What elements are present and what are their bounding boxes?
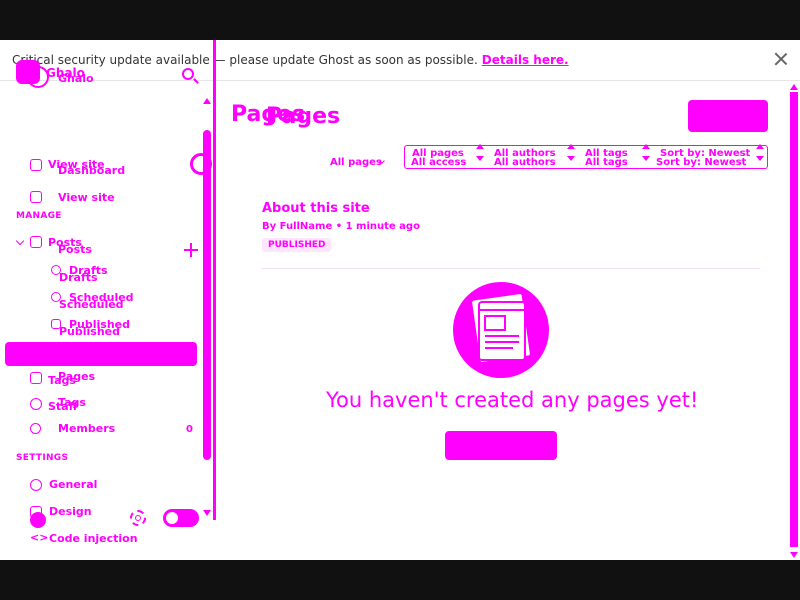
sort-newest-2[interactable]: Sort by: Newest — [656, 157, 746, 168]
stepper-down-icon[interactable] — [567, 156, 575, 161]
page-title-overlay: Pages — [266, 104, 341, 129]
posts-icon — [30, 236, 42, 248]
sidebar-item-dashboard[interactable]: Dashboard — [58, 164, 125, 177]
sidebar-item-design[interactable]: Design — [49, 505, 92, 518]
toggle-knob — [166, 512, 178, 524]
row-divider — [262, 268, 760, 269]
new-page-button[interactable] — [688, 100, 768, 132]
settings-icon — [30, 479, 42, 491]
staff-icon — [30, 398, 42, 410]
sidebar-item-view-site-2[interactable]: View site — [58, 191, 115, 204]
security-banner: Critical security update available — ple… — [0, 40, 800, 81]
sidebar-divider — [213, 40, 216, 520]
site-title-overlay: Ghalo — [58, 72, 94, 85]
banner-text: Critical security update available — ple… — [12, 53, 478, 67]
sidebar-scrollbar-thumb[interactable] — [203, 130, 211, 460]
sidebar-scroll-down-icon[interactable] — [203, 510, 211, 516]
code-brackets-icon: <> — [30, 531, 49, 544]
document-icon — [470, 292, 532, 364]
main-scrollbar-thumb[interactable] — [790, 92, 798, 547]
sidebar-item-members[interactable]: Members — [58, 422, 115, 435]
stepper-down-icon[interactable] — [642, 156, 650, 161]
stepper-down-icon[interactable] — [476, 156, 484, 161]
sidebar-item-scheduled-overlay: Scheduled — [59, 298, 124, 311]
post-meta: By FullName • 1 minute ago — [262, 221, 420, 232]
stepper-up-icon[interactable] — [642, 144, 650, 149]
empty-pages-illustration — [453, 282, 549, 378]
stepper-up-icon[interactable] — [756, 144, 764, 149]
main-scroll-down-icon[interactable] — [790, 552, 798, 558]
close-icon[interactable] — [774, 52, 788, 66]
avatar[interactable] — [30, 512, 46, 528]
banner-details-link[interactable]: Details here. — [482, 53, 569, 67]
stepper-up-icon[interactable] — [567, 144, 575, 149]
sidebar-scroll-up-icon[interactable] — [203, 98, 211, 104]
members-count-badge: 0 — [186, 424, 193, 435]
top-black-bar — [0, 0, 800, 40]
filter-all-tags-2[interactable]: All tags — [585, 157, 628, 168]
sidebar-item-general[interactable]: General — [49, 478, 97, 491]
tag-icon — [30, 372, 42, 384]
gear-icon[interactable] — [130, 510, 146, 526]
sidebar-item-code-injection[interactable]: Code injection — [49, 532, 138, 545]
filter-all-access[interactable]: All access — [411, 157, 466, 168]
members-icon — [30, 423, 41, 434]
post-title-link[interactable]: About this site — [262, 201, 370, 216]
sidebar-item-active-highlight[interactable] — [5, 342, 197, 366]
search-icon[interactable] — [182, 68, 194, 80]
filter-all-pages-left[interactable]: All pages — [330, 157, 382, 168]
settings-section-label: SETTINGS — [16, 453, 69, 463]
create-page-button[interactable] — [445, 431, 557, 460]
home-icon — [30, 159, 42, 171]
manage-section-label: MANAGE — [16, 211, 62, 221]
status-badge: PUBLISHED — [262, 238, 332, 252]
main-scroll-up-icon[interactable] — [790, 84, 798, 90]
sidebar-item-posts-overlay: Posts — [58, 243, 92, 256]
stepper-up-icon[interactable] — [476, 144, 484, 149]
stepper-down-icon[interactable] — [756, 156, 764, 161]
browser-icon — [30, 191, 42, 203]
empty-state-heading: You haven't created any pages yet! — [326, 388, 699, 412]
sidebar-item-tags-overlay: Tags — [48, 374, 76, 387]
sidebar-item-drafts-overlay: Drafts — [59, 271, 98, 284]
sidebar-item-published-overlay: Published — [59, 325, 121, 338]
bottom-black-bar — [0, 560, 800, 600]
new-post-plus-icon[interactable] — [184, 243, 198, 257]
filter-all-authors-2[interactable]: All authors — [494, 157, 556, 168]
sidebar-item-staff[interactable]: Staff — [48, 400, 78, 413]
